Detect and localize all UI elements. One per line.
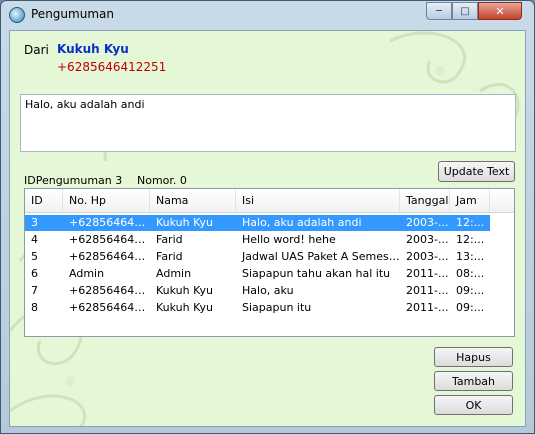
id-pengumuman-label: IDPengumuman 3	[24, 174, 123, 187]
column-header-nama[interactable]: Nama	[150, 189, 236, 212]
cell-nohp: +6285646412...	[69, 301, 150, 314]
table-row[interactable]: 5 +6285646477... Farid Jadwal UAS Paket …	[25, 249, 514, 265]
cell-tanggal: 2003-...	[406, 233, 449, 246]
cell-isi: Siapapun tahu akan hal itu	[242, 267, 391, 280]
column-header-jam[interactable]: Jam	[450, 189, 490, 212]
cell-nama: Kukuh Kyu	[156, 216, 214, 229]
cell-jam: 09:...	[456, 301, 485, 314]
list-header: ID No. Hp Nama Isi Tanggal Jam	[25, 189, 514, 213]
column-header-id[interactable]: ID	[25, 189, 63, 212]
cell-jam: 13:...	[456, 250, 485, 263]
cell-tanggal: 2011-...	[406, 301, 449, 314]
cell-id: 3	[31, 216, 38, 229]
cell-nama: Admin	[156, 267, 192, 280]
sender-name: Kukuh Kyu	[57, 42, 129, 56]
maximize-button[interactable]: □	[452, 2, 478, 20]
cell-jam: 08:...	[456, 267, 485, 280]
cell-nama: Farid	[156, 250, 183, 263]
close-button[interactable]: ✕	[478, 2, 522, 20]
column-header-nohp[interactable]: No. Hp	[63, 189, 150, 212]
cell-tanggal: 2003-...	[406, 216, 449, 229]
cell-id: 5	[31, 250, 38, 263]
cell-nohp: +6285646412...	[69, 284, 150, 297]
cell-jam: 09:...	[456, 284, 485, 297]
cell-tanggal: 2003-...	[406, 250, 449, 263]
tambah-button[interactable]: Tambah	[434, 371, 513, 391]
hapus-button[interactable]: Hapus	[434, 347, 513, 367]
cell-nama: Farid	[156, 233, 183, 246]
cell-tanggal: 2011-...	[406, 267, 449, 280]
table-row[interactable]: 8 +6285646412... Kukuh Kyu Siapapun itu …	[25, 300, 514, 316]
cell-id: 6	[31, 267, 38, 280]
cell-isi: Siapapun itu	[242, 301, 312, 314]
cell-tanggal: 2011-...	[406, 284, 449, 297]
cell-id: 7	[31, 284, 38, 297]
cell-jam: 12:...	[456, 233, 485, 246]
cell-isi: Halo, aku adalah andi	[242, 216, 362, 229]
form-client-area: Dari Kukuh Kyu +6285646412251 Halo, aku …	[9, 30, 526, 427]
cell-jam: 12:...	[456, 216, 485, 229]
ok-button[interactable]: OK	[434, 395, 513, 415]
minimize-icon: ─	[435, 5, 443, 17]
announcement-list[interactable]: ID No. Hp Nama Isi Tanggal Jam 3 +628564…	[24, 188, 515, 337]
sender-phone: +6285646412251	[57, 60, 167, 74]
cell-nohp: +6285646477...	[69, 250, 150, 263]
cell-nama: Kukuh Kyu	[156, 301, 214, 314]
cell-isi: Halo, aku	[242, 284, 294, 297]
cell-isi: Hello word! hehe	[242, 233, 336, 246]
table-row-selected[interactable]: 3 +6285646412... Kukuh Kyu Halo, aku ada…	[25, 215, 490, 231]
column-header-isi[interactable]: Isi	[236, 189, 400, 212]
cell-id: 4	[31, 233, 38, 246]
cell-nama: Kukuh Kyu	[156, 284, 214, 297]
column-header-tanggal[interactable]: Tanggal	[400, 189, 450, 212]
update-text-button[interactable]: Update Text	[438, 161, 515, 182]
maximize-icon: □	[460, 5, 470, 17]
cell-nohp: +6285646412...	[69, 216, 150, 229]
table-row[interactable]: 7 +6285646412... Kukuh Kyu Halo, aku 201…	[25, 283, 514, 299]
cell-nohp: Admin	[69, 267, 105, 280]
table-row[interactable]: 6 Admin Admin Siapapun tahu akan hal itu…	[25, 266, 514, 282]
window-title: Pengumuman	[31, 7, 114, 21]
message-textbox[interactable]: Halo, aku adalah andi	[20, 94, 516, 152]
table-row[interactable]: 4 +6285646477... Farid Hello word! hehe …	[25, 232, 514, 248]
cell-id: 8	[31, 301, 38, 314]
title-bar[interactable]: Pengumuman ─ □ ✕	[1, 1, 534, 29]
cell-isi: Jadwal UAS Paket A Semest...	[242, 250, 400, 263]
app-globe-icon	[9, 7, 25, 23]
pengumuman-window: Pengumuman ─ □ ✕ Dari Kukuh Kyu +6285646…	[0, 0, 535, 434]
nomor-label: Nomor. 0	[137, 174, 187, 187]
sender-label: Dari	[24, 43, 49, 57]
cell-nohp: +6285646477...	[69, 233, 150, 246]
minimize-button[interactable]: ─	[426, 2, 452, 20]
close-icon: ✕	[495, 4, 505, 18]
